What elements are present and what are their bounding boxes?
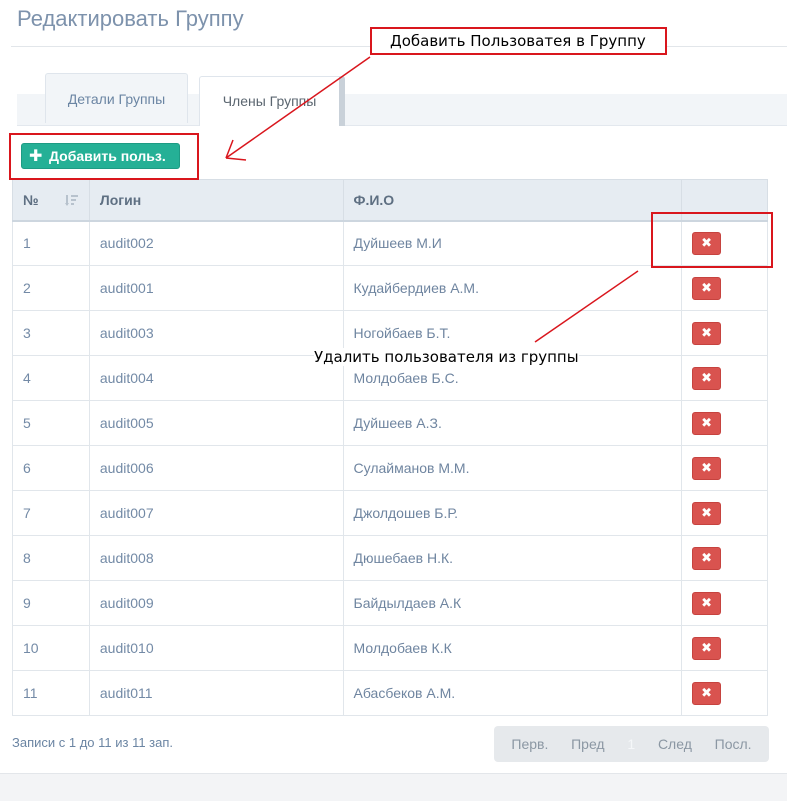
pager-last[interactable]: Посл. bbox=[715, 736, 752, 752]
remove-user-button[interactable]: ✖ bbox=[692, 456, 722, 480]
remove-icon: ✖ bbox=[701, 415, 713, 430]
cell-login: audit001 bbox=[88, 265, 344, 311]
cell-number: 11 bbox=[12, 670, 90, 716]
cell-login: audit002 bbox=[88, 220, 344, 266]
cell-login: audit011 bbox=[88, 670, 344, 716]
remove-user-button[interactable]: ✖ bbox=[692, 546, 722, 570]
cell-fio: Дюшебаев Н.К. bbox=[342, 535, 683, 581]
remove-user-button[interactable]: ✖ bbox=[692, 366, 722, 390]
remove-icon: ✖ bbox=[701, 460, 713, 475]
page-footer bbox=[0, 773, 787, 801]
cell-fio: Джолдошев Б.Р. bbox=[342, 490, 683, 536]
table-row: 5 audit005 Дуйшеев А.З. ✖ bbox=[12, 400, 768, 446]
cell-fio: Кудайбердиев А.М. bbox=[342, 265, 683, 311]
table-row: 7 audit007 Джолдошев Б.Р. ✖ bbox=[12, 490, 768, 536]
pager-next[interactable]: След bbox=[658, 736, 692, 752]
pager-current-page[interactable]: 1 bbox=[627, 736, 635, 752]
remove-user-button[interactable]: ✖ bbox=[692, 501, 722, 525]
remove-user-button[interactable]: ✖ bbox=[692, 276, 722, 300]
records-info: Записи с 1 до 11 из 11 зап. bbox=[12, 735, 174, 750]
cell-login: audit008 bbox=[88, 535, 344, 581]
column-header-number[interactable]: № bbox=[12, 179, 90, 222]
cell-number: 1 bbox=[12, 220, 90, 266]
cell-actions: ✖ bbox=[681, 400, 768, 446]
annotation-callout-add: Добавить Пользоватея в Группу bbox=[370, 27, 667, 55]
table-row: 10 audit010 Молдобаев К.К ✖ bbox=[12, 625, 768, 671]
cell-number: 3 bbox=[12, 310, 90, 356]
cell-actions: ✖ bbox=[681, 445, 768, 491]
tab-group-details[interactable]: Детали Группы bbox=[45, 73, 188, 123]
cell-number: 8 bbox=[12, 535, 90, 581]
cell-number: 2 bbox=[12, 265, 90, 311]
remove-icon: ✖ bbox=[701, 325, 713, 340]
cell-fio: Сулайманов М.М. bbox=[342, 445, 683, 491]
cell-login: audit010 bbox=[88, 625, 344, 671]
cell-login: audit006 bbox=[88, 445, 344, 491]
cell-number: 5 bbox=[12, 400, 90, 446]
remove-icon: ✖ bbox=[701, 370, 713, 385]
remove-user-button[interactable]: ✖ bbox=[692, 681, 722, 705]
cell-number: 9 bbox=[12, 580, 90, 626]
cell-actions: ✖ bbox=[681, 580, 768, 626]
annotation-callout-delete: Удалить пользователя из группы bbox=[314, 348, 579, 366]
page-title: Редактировать Группу bbox=[17, 6, 244, 31]
annotation-box-delete bbox=[651, 212, 773, 268]
table-row: 11 audit011 Абасбеков А.М. ✖ bbox=[12, 670, 768, 716]
cell-fio: Байдылдаев А.К bbox=[342, 580, 683, 626]
remove-icon: ✖ bbox=[701, 505, 713, 520]
cell-number: 10 bbox=[12, 625, 90, 671]
column-header-fio[interactable]: Ф.И.О bbox=[342, 179, 683, 222]
cell-actions: ✖ bbox=[681, 265, 768, 311]
remove-icon: ✖ bbox=[701, 685, 713, 700]
column-header-login[interactable]: Логин bbox=[88, 179, 344, 222]
pagination: Перв. Пред 1 След Посл. bbox=[494, 726, 769, 762]
pager-prev[interactable]: Пред bbox=[571, 736, 605, 752]
remove-user-button[interactable]: ✖ bbox=[692, 321, 722, 345]
remove-user-button[interactable]: ✖ bbox=[692, 636, 722, 660]
table-row: 9 audit009 Байдылдаев А.К ✖ bbox=[12, 580, 768, 626]
remove-icon: ✖ bbox=[701, 595, 713, 610]
cell-fio: Дуйшеев М.И bbox=[342, 220, 683, 266]
cell-fio: Дуйшеев А.З. bbox=[342, 400, 683, 446]
cell-actions: ✖ bbox=[681, 625, 768, 671]
sort-icon bbox=[64, 195, 78, 206]
remove-user-button[interactable]: ✖ bbox=[692, 591, 722, 615]
cell-actions: ✖ bbox=[681, 310, 768, 356]
remove-icon: ✖ bbox=[701, 550, 713, 565]
cell-fio: Абасбеков А.М. bbox=[342, 670, 683, 716]
cell-actions: ✖ bbox=[681, 670, 768, 716]
cell-login: audit003 bbox=[88, 310, 344, 356]
cell-actions: ✖ bbox=[681, 535, 768, 581]
cell-login: audit007 bbox=[88, 490, 344, 536]
annotation-arrowhead-add bbox=[225, 139, 247, 161]
cell-login: audit005 bbox=[88, 400, 344, 446]
cell-actions: ✖ bbox=[681, 355, 768, 401]
annotation-box-add bbox=[9, 133, 199, 180]
cell-number: 6 bbox=[12, 445, 90, 491]
cell-login: audit009 bbox=[88, 580, 344, 626]
cell-fio: Молдобаев К.К bbox=[342, 625, 683, 671]
cell-login: audit004 bbox=[88, 355, 344, 401]
cell-number: 7 bbox=[12, 490, 90, 536]
remove-icon: ✖ bbox=[701, 640, 713, 655]
tab-group-members[interactable]: Члены Группы bbox=[199, 76, 345, 126]
cell-actions: ✖ bbox=[681, 490, 768, 536]
remove-icon: ✖ bbox=[701, 280, 713, 295]
table-row: 6 audit006 Сулайманов М.М. ✖ bbox=[12, 445, 768, 491]
pager-first[interactable]: Перв. bbox=[511, 736, 548, 752]
cell-number: 4 bbox=[12, 355, 90, 401]
remove-user-button[interactable]: ✖ bbox=[692, 411, 722, 435]
table-row: 8 audit008 Дюшебаев Н.К. ✖ bbox=[12, 535, 768, 581]
table-row: 2 audit001 Кудайбердиев А.М. ✖ bbox=[12, 265, 768, 311]
